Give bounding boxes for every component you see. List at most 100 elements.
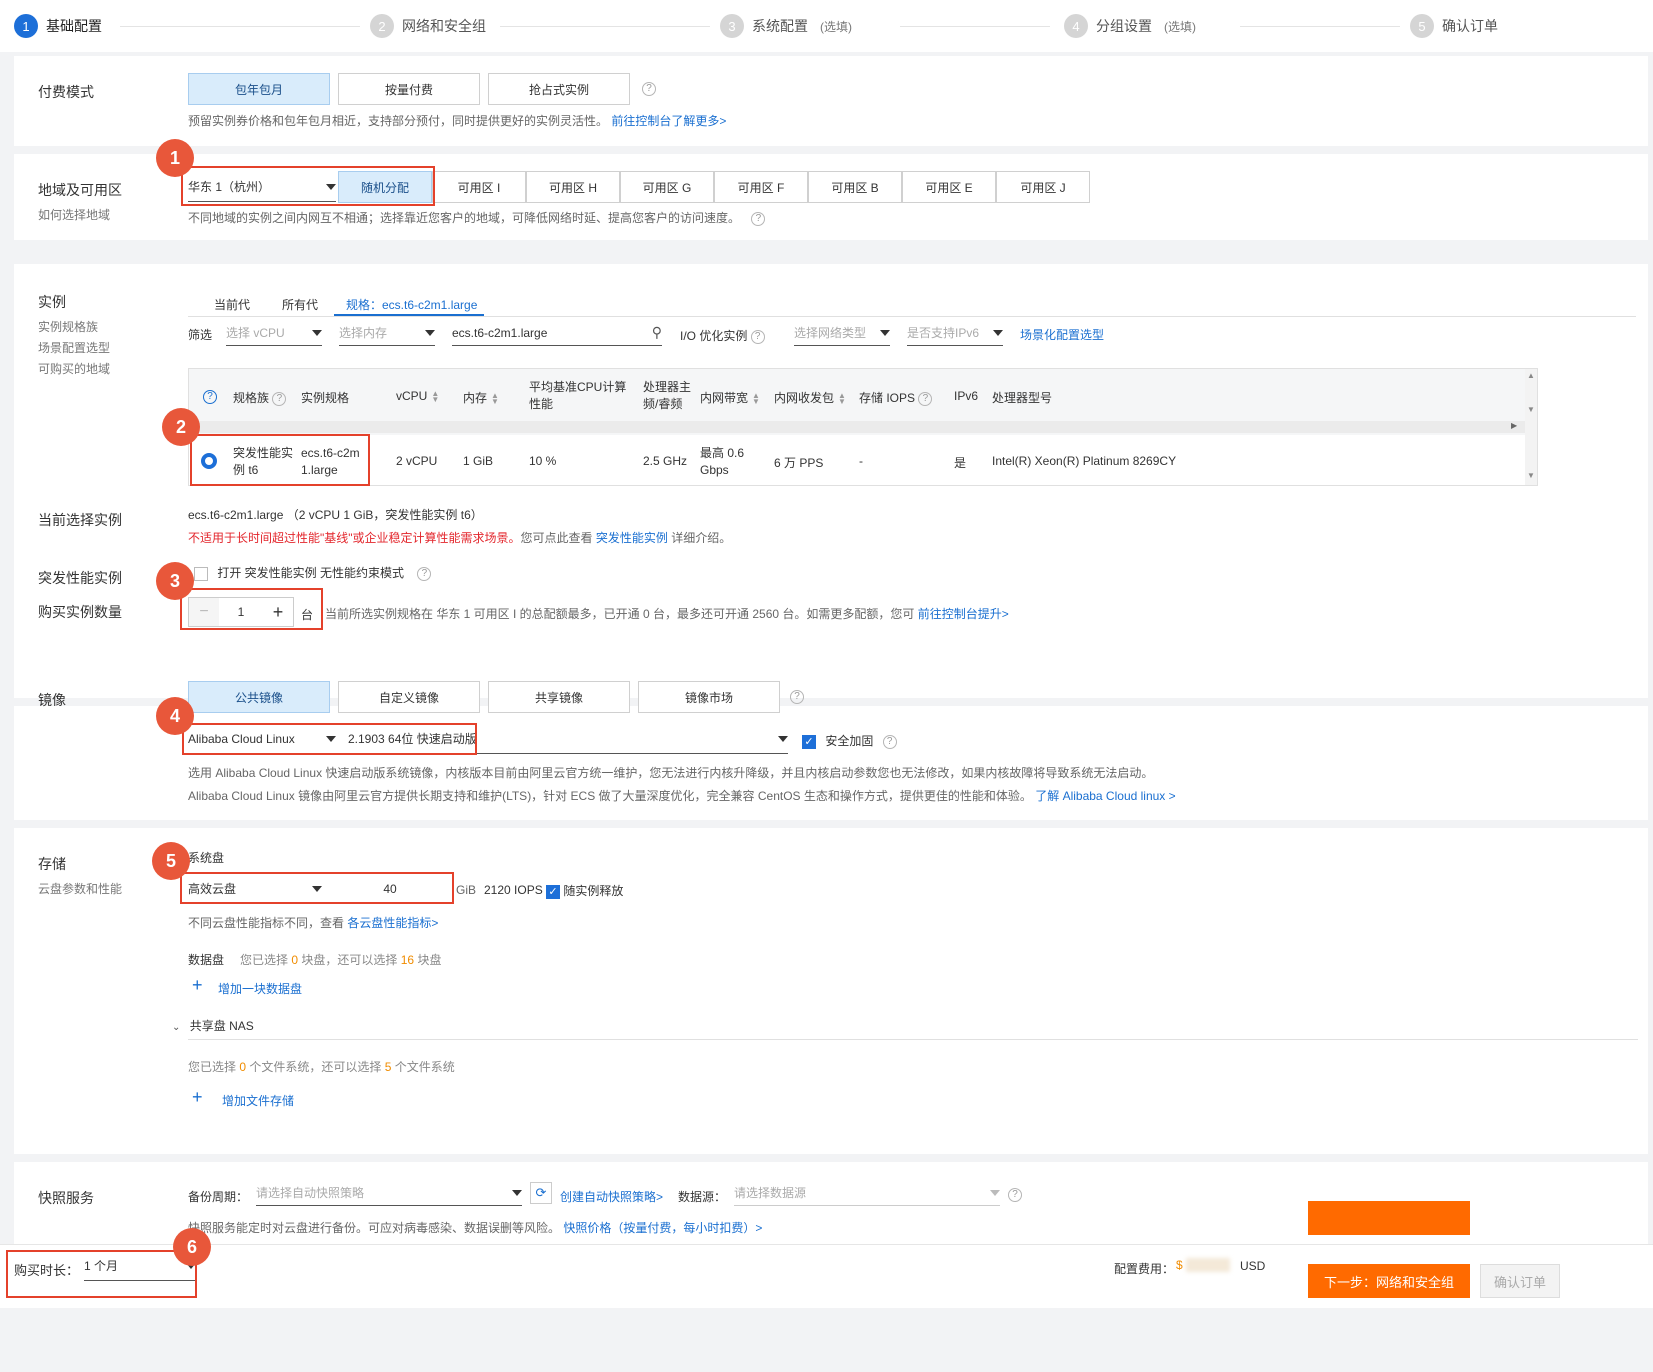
billing-more-link[interactable]: 前往控制台了解更多> [611,114,726,128]
storage-help-link[interactable]: 云盘参数和性能 [38,880,122,897]
tab-spec[interactable]: 规格：ecs.t6-c2m1.large [346,296,477,313]
tab-all-gen[interactable]: 所有代 [282,296,318,313]
zone-b-button[interactable]: 可用区 B [808,171,902,203]
release-with-instance-checkbox[interactable]: ✓ [546,884,560,899]
horizontal-scrollbar[interactable] [189,421,1525,433]
add-file-storage-link[interactable]: 增加文件存储 [222,1092,294,1109]
billing-subscription-button[interactable]: 包年包月 [188,73,330,105]
step-optional: (选填) [820,19,852,34]
data-source-select[interactable]: 请选择数据源 [734,1180,1000,1206]
help-icon[interactable]: ? [1008,1188,1022,1202]
available-region-link[interactable]: 可购买的地域 [38,360,110,377]
step-5[interactable]: 5 确认订单 [1410,14,1498,38]
help-icon[interactable]: ? [751,211,766,226]
help-icon[interactable]: ? [203,390,217,404]
chevron-down-icon [993,329,1003,336]
chevron-down-icon [778,735,788,742]
col-bandwidth[interactable]: 内网带宽 ▲ ▼ [700,389,760,406]
next-network-button[interactable]: 下一步：网络和安全组 [1308,1264,1470,1298]
custom-image-tab[interactable]: 自定义镜像 [338,681,480,713]
shared-image-tab[interactable]: 共享镜像 [488,681,630,713]
zone-e-button[interactable]: 可用区 E [902,171,996,203]
security-hardening-checkbox[interactable]: ✓ [802,734,816,749]
col-spec: 实例规格 [301,391,350,405]
vcpu-select[interactable]: 选择 vCPU [226,320,322,346]
col-vcpu[interactable]: vCPU ▲ ▼ [396,389,439,403]
zone-i-button[interactable]: 可用区 I [432,171,526,203]
step-connector [1240,26,1400,27]
ipv6-select[interactable]: 是否支持IPv6 [907,320,1003,346]
step-4[interactable]: 4 分组设置 (选填) [1064,14,1196,38]
burst-unlimited-option[interactable]: 打开 突发性能实例 无性能约束模式 ? [194,564,432,581]
ipv6-placeholder: 是否支持IPv6 [907,326,980,340]
refresh-icon[interactable]: ⟳ [530,1182,552,1204]
create-snapshot-policy-link[interactable]: 创建自动快照策略> [560,1188,663,1205]
region-help-link[interactable]: 如何选择地域 [38,206,110,223]
scene-select-link[interactable]: 场景配置选型 [38,339,110,356]
search-icon[interactable]: ⚲ [652,324,662,341]
zone-g-button[interactable]: 可用区 G [620,171,714,203]
billing-hint-text: 预留实例券价格和包年包月相近，支持部分预付，同时提供更好的实例灵活性。 [188,114,609,128]
burst-instance-link[interactable]: 突发性能实例 [596,531,668,545]
plus-icon[interactable]: + [192,1087,203,1108]
sort-icon[interactable]: ▲ ▼ [752,391,760,405]
snapshot-policy-select[interactable]: 请选择自动快照策略 [256,1180,522,1206]
help-icon[interactable]: ? [642,82,656,96]
step-connector [500,26,710,27]
add-data-disk-link[interactable]: 增加一块数据盘 [218,980,302,997]
memory-select[interactable]: 选择内存 [339,320,435,346]
help-icon[interactable]: ? [272,391,287,406]
alinux-learn-more-link[interactable]: 了解 Alibaba Cloud linux > [1035,789,1175,803]
confirm-order-button[interactable]: 确认订单 [1480,1264,1560,1298]
public-image-tab[interactable]: 公共镜像 [188,681,330,713]
annotation-badge-5: 5 [152,842,190,880]
disk-perf-link[interactable]: 各云盘性能指标> [347,916,438,930]
help-icon[interactable]: ? [882,734,897,749]
plus-icon[interactable]: + [192,975,203,996]
sort-icon[interactable]: ▲ ▼ [838,391,846,405]
sort-icon[interactable]: ▲ ▼ [491,391,499,405]
network-type-select[interactable]: 选择网络类型 [794,320,890,346]
help-icon[interactable]: ? [790,690,804,704]
help-icon[interactable]: ? [750,329,765,344]
snapshot-policy-placeholder: 请选择自动快照策略 [256,1186,365,1200]
sort-icon[interactable]: ▲ ▼ [431,389,439,403]
release-with-instance-option[interactable]: ✓ 随实例释放 [546,882,623,899]
help-icon[interactable]: ? [918,391,933,406]
scroll-up-icon[interactable]: ▲ [1527,371,1535,380]
col-baseline: 平均基准CPU计算性能 [529,380,627,411]
billing-spot-button[interactable]: 抢占式实例 [488,73,630,105]
col-memory[interactable]: 内存 ▲ ▼ [463,389,499,406]
spec-search-value: ecs.t6-c2m1.large [452,325,548,340]
scroll-right-icon[interactable]: ▶ [1511,421,1517,430]
zone-h-button[interactable]: 可用区 H [526,171,620,203]
step-1[interactable]: 1 基础配置 [14,14,102,38]
snapshot-price-link[interactable]: 快照价格（按量付费，每小时扣费）> [563,1221,762,1235]
scroll-down-icon[interactable]: ▼ [1527,405,1535,414]
burst-unlimited-checkbox[interactable] [194,566,208,581]
cell-vcpu: 2 vCPU [396,454,438,468]
security-hardening-option[interactable]: ✓ 安全加固 ? [802,732,897,749]
scene-config-link[interactable]: 场景化配置选型 [1020,326,1104,343]
step-3[interactable]: 3 系统配置 (选填) [720,14,852,38]
billing-payg-button[interactable]: 按量付费 [338,73,480,105]
system-disk-label: 系统盘 [188,851,225,865]
spec-search-input[interactable]: ecs.t6-c2m1.large ⚲ [452,320,662,346]
step-label: 确认订单 [1442,18,1498,34]
scroll-down-icon[interactable]: ▼ [1527,471,1535,480]
step-2[interactable]: 2 网络和安全组 [370,14,486,38]
zone-j-button[interactable]: 可用区 J [996,171,1090,203]
nas-selected: 0 [239,1060,247,1074]
col-pps[interactable]: 内网收发包 ▲ ▼ [774,389,846,406]
help-icon[interactable]: ? [417,566,432,581]
instance-family-link[interactable]: 实例规格族 [38,318,98,335]
image-desc-2-text: Alibaba Cloud Linux 镜像由阿里云官方提供长期支持和维护(LT… [188,789,1032,803]
warning-text: 不适用于长时间超过性能"基线"或企业稳定计算性能需求场景。 [188,531,521,545]
marketplace-image-tab[interactable]: 镜像市场 [638,681,780,713]
nas-expander[interactable]: ⌄ 共享盘 NAS [172,1017,254,1034]
quota-increase-link[interactable]: 前往控制台提升> [918,607,1009,621]
zone-f-button[interactable]: 可用区 F [714,171,808,203]
tab-current-gen[interactable]: 当前代 [214,296,250,313]
warning-end: 详细介绍。 [671,531,732,545]
vertical-scrollbar[interactable] [1525,369,1537,485]
